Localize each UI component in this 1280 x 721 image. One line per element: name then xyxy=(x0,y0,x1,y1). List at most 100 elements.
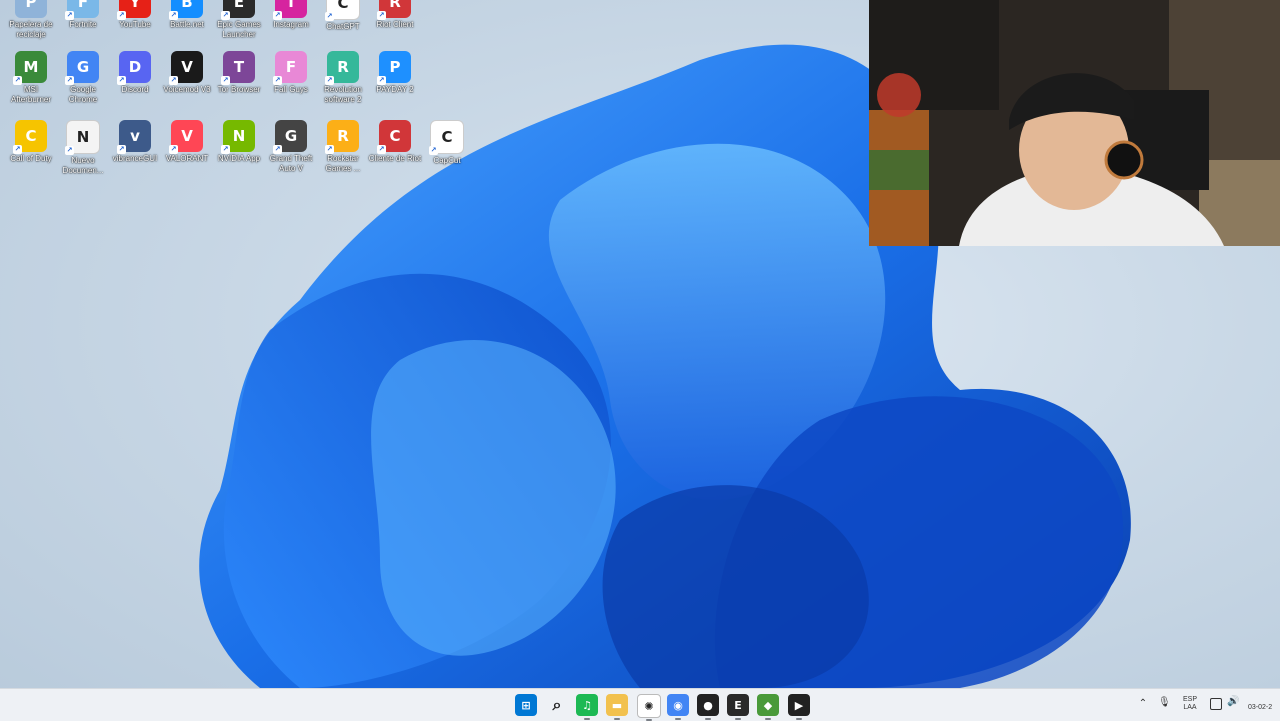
microphone-icon: 🎙 xyxy=(1158,697,1171,708)
shortcut-arrow-icon: ↗ xyxy=(273,76,282,85)
taskbar-file-explorer[interactable]: ▬ xyxy=(606,694,628,720)
taskbar-chatgpt[interactable]: ✺ xyxy=(637,694,661,721)
fortnite-icon: F ↗ xyxy=(65,0,99,20)
desktop-icon-recycle-bin[interactable]: P Papelera de reciclaje xyxy=(4,0,58,40)
taskbar-app-green[interactable]: ◆ xyxy=(757,694,779,720)
gta5-icon: G ↗ xyxy=(273,120,307,154)
desktop-icon-youtube[interactable]: Y ↗ YouTube xyxy=(108,0,162,30)
desktop-icon-capcut[interactable]: C ↗ CapCut xyxy=(420,120,474,166)
epic-games-icon: E xyxy=(734,698,742,712)
taskbar-media-player[interactable]: ▶ xyxy=(788,694,810,720)
fall-guys-icon: F ↗ xyxy=(273,51,307,85)
desktop-icon-battlenet[interactable]: B ↗ Battle.net xyxy=(160,0,214,30)
shortcut-arrow-icon: ↗ xyxy=(377,11,386,20)
clock-date[interactable]: 03-02-2 xyxy=(1248,704,1280,712)
shortcut-arrow-icon: ↗ xyxy=(117,145,126,154)
instagram-icon: I ↗ xyxy=(273,0,307,20)
desktop-icon-label: ChatGPT xyxy=(326,22,360,31)
desktop-icon-label: Tor Browser xyxy=(217,85,261,94)
shortcut-arrow-icon: ↗ xyxy=(65,146,74,155)
spotify-icon: ♫ xyxy=(582,698,592,712)
tray-volume[interactable]: 🔊 xyxy=(1227,696,1239,710)
battlenet-icon: B ↗ xyxy=(169,0,203,20)
desktop-icon-revolution[interactable]: R ↗ Revolution software 2 xyxy=(316,51,370,105)
riot-fist-icon: C ↗ xyxy=(377,120,411,154)
shortcut-arrow-icon: ↗ xyxy=(13,76,22,85)
desktop-icon-label: NVIDIA App xyxy=(217,154,261,163)
webcam-feed xyxy=(869,0,1280,246)
desktop-icon-document[interactable]: N ↗ Nuevo Documen... xyxy=(56,120,110,176)
desktop-icon-label: Fortnite xyxy=(69,20,97,29)
desktop-icon-gear[interactable]: v ↗ vibranceGUI xyxy=(108,120,162,164)
desktop-icon-voicemod[interactable]: V ↗ Voicemod V3 xyxy=(160,51,214,95)
desktop-icon-chrome[interactable]: G ↗ Google Chrome xyxy=(56,51,110,105)
msi-afterburner-icon: M ↗ xyxy=(13,51,47,85)
desktop-icon-label: Revolution software 2 xyxy=(324,85,362,104)
shortcut-arrow-icon: ↗ xyxy=(377,76,386,85)
start-button[interactable]: ⊞ xyxy=(515,694,537,716)
shortcut-arrow-icon: ↗ xyxy=(117,76,126,85)
document-icon: N ↗ xyxy=(65,120,100,155)
shortcut-arrow-icon: ↗ xyxy=(117,11,126,20)
windows-start-icon: ⊞ xyxy=(521,698,531,712)
taskbar-epic-games[interactable]: E xyxy=(727,694,749,720)
desktop-icon-label: Google Chrome xyxy=(68,85,98,104)
desktop-icon-chatgpt[interactable]: C ↗ ChatGPT xyxy=(316,0,370,32)
keyboard-layout: LAA xyxy=(1183,704,1197,711)
desktop-icon-tor-browser[interactable]: T ↗ Tor Browser xyxy=(212,51,266,95)
voicemod-icon: V ↗ xyxy=(169,51,203,85)
search-button[interactable]: ⌕ xyxy=(546,694,568,716)
tray-network[interactable] xyxy=(1210,698,1222,710)
folder-icon: ▬ xyxy=(611,698,623,712)
desktop-icon-riot-client[interactable]: R ↗ Riot Client xyxy=(368,0,422,30)
valorant-icon: V ↗ xyxy=(169,120,203,154)
shortcut-arrow-icon: ↗ xyxy=(273,145,282,154)
tray-microphone[interactable]: 🎙 xyxy=(1158,697,1171,711)
shortcut-arrow-icon: ↗ xyxy=(221,145,230,154)
desktop-icon-label: Nuevo Documen... xyxy=(62,156,104,175)
shortcut-arrow-icon: ↗ xyxy=(325,12,334,21)
desktop-icon-fortnite[interactable]: F ↗ Fortnite xyxy=(56,0,110,30)
epic-games-icon: E ↗ xyxy=(221,0,255,20)
taskbar-spotify[interactable]: ♫ xyxy=(576,694,598,720)
chatgpt-icon: ✺ xyxy=(644,699,654,713)
revolution-icon: R ↗ xyxy=(325,51,359,85)
shortcut-arrow-icon: ↗ xyxy=(65,76,74,85)
shortcut-arrow-icon: ↗ xyxy=(325,145,334,154)
desktop-icon-riot-fist[interactable]: C ↗ Cliente de Riot xyxy=(368,120,422,164)
desktop-icon-valorant[interactable]: V ↗ VALORANT xyxy=(160,120,214,164)
desktop-icon-label: Riot Client xyxy=(376,20,414,29)
desktop-icon-fall-guys[interactable]: F ↗ Fall Guys xyxy=(264,51,318,95)
taskbar-chrome[interactable]: ◉ xyxy=(667,694,689,720)
desktop-icon-label: Rockstar Games ... xyxy=(325,154,361,173)
desktop-icon-warning[interactable]: C ↗ Call of Duty xyxy=(4,120,58,164)
nvidia-icon: N ↗ xyxy=(221,120,255,154)
chrome-icon: G ↗ xyxy=(65,51,99,85)
warning-icon: C ↗ xyxy=(13,120,47,154)
chatgpt-icon: C ↗ xyxy=(325,0,360,21)
desktop-icon-label: Discord xyxy=(121,85,149,94)
desktop-icon-discord[interactable]: D ↗ Discord xyxy=(108,51,162,95)
desktop-icon-label: Cliente de Riot xyxy=(368,154,422,163)
rockstar-icon: R ↗ xyxy=(325,120,359,154)
desktop-icon-instagram[interactable]: I ↗ Instagram xyxy=(264,0,318,30)
desktop-icon-nvidia[interactable]: N ↗ NVIDIA App xyxy=(212,120,266,164)
desktop-icon-payday2[interactable]: P ↗ PAYDAY 2 xyxy=(368,51,422,95)
desktop-icon-label: Instagram xyxy=(273,20,309,29)
desktop-icon-gta5[interactable]: G ↗ Grand Theft Auto V xyxy=(264,120,318,174)
language-code: ESP xyxy=(1182,696,1197,703)
desktop-icon-label: Fall Guys xyxy=(274,85,308,94)
youtube-icon: Y ↗ xyxy=(117,0,151,20)
shortcut-arrow-icon: ↗ xyxy=(429,146,438,155)
desktop-icon-label: Voicemod V3 xyxy=(163,85,211,94)
desktop-icon-label: VALORANT xyxy=(165,154,209,163)
desktop-icon-rockstar[interactable]: R ↗ Rockstar Games ... xyxy=(316,120,370,174)
shortcut-arrow-icon: ↗ xyxy=(65,11,74,20)
desktop-icon-epic-games[interactable]: E ↗ Epic Games Launcher xyxy=(212,0,266,40)
desktop-icon-label: vibranceGUI xyxy=(112,154,158,163)
desktop-icon-label: CapCut xyxy=(433,156,461,165)
desktop-icon-msi-afterburner[interactable]: M ↗ MSI Afterburner xyxy=(4,51,58,105)
tray-chevron[interactable]: ⌃ xyxy=(1137,698,1149,710)
taskbar-app[interactable]: ● xyxy=(697,694,719,720)
input-language-indicator[interactable]: ESP LAA xyxy=(1180,696,1200,712)
